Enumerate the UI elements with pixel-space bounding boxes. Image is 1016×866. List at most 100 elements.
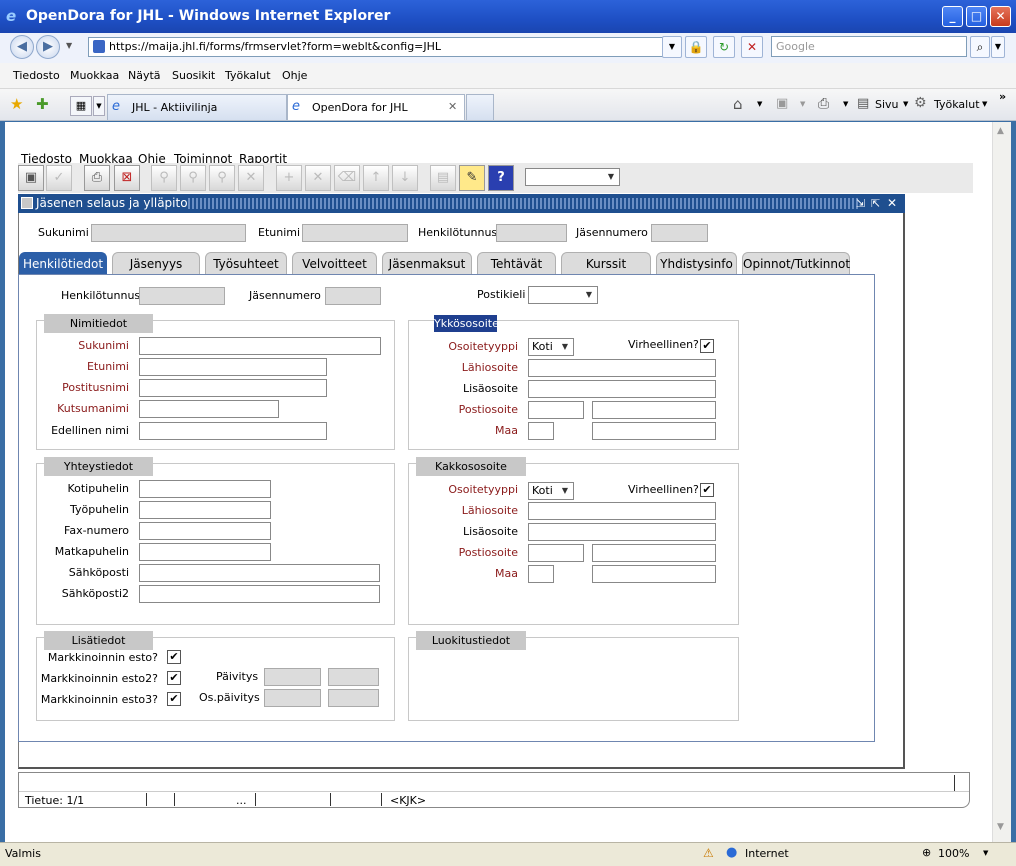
menu-nayta[interactable]: Näytä — [128, 69, 161, 82]
clear-record-icon[interactable]: ⌫ — [334, 165, 360, 191]
y-virheellinen-checkbox[interactable]: ✔ — [700, 339, 714, 353]
zoom-icon[interactable]: ⊕ — [922, 846, 931, 859]
help-icon[interactable]: ? — [488, 165, 514, 191]
gear-icon[interactable]: ⚙ — [914, 95, 927, 111]
y-maa-code-input[interactable] — [528, 422, 554, 440]
k-postinumero-input[interactable] — [528, 544, 584, 562]
tab-velvoitteet[interactable]: Velvoitteet — [292, 252, 377, 274]
zoom-dropdown-icon[interactable]: ▼ — [983, 849, 988, 857]
feeds-dropdown-icon[interactable]: ▼ — [800, 100, 805, 108]
count-query-icon[interactable]: ⚲ — [209, 165, 235, 191]
vertical-scrollbar[interactable]: ▲ ▼ — [992, 122, 1011, 842]
tab-tyosuhteet[interactable]: Työsuhteet — [205, 252, 287, 274]
tab-kurssit[interactable]: Kurssit — [561, 252, 651, 274]
insert-record-icon[interactable]: + — [276, 165, 302, 191]
previous-record-icon[interactable]: ↑ — [363, 165, 389, 191]
lock-icon[interactable]: 🔒 — [685, 36, 707, 58]
tab-henkilotiedot[interactable]: Henkilötiedot — [19, 252, 107, 274]
k-postitoimipaikka-input[interactable] — [592, 544, 716, 562]
scroll-up-icon[interactable]: ▲ — [997, 126, 1004, 136]
tab-tehtavat[interactable]: Tehtävät — [477, 252, 556, 274]
search-jasennumero-input[interactable] — [651, 224, 708, 242]
kutsumanimi-input[interactable] — [139, 400, 279, 418]
delete-record-icon[interactable]: ✕ — [305, 165, 331, 191]
address-input[interactable]: https://maija.jhl.fi/forms/frmservlet?fo… — [88, 37, 681, 57]
scroll-down-icon[interactable]: ▼ — [997, 822, 1004, 832]
tools-dropdown-icon[interactable]: ▼ — [982, 100, 987, 108]
tools-menu-button[interactable]: Työkalut — [934, 98, 980, 111]
y-maa-name-input[interactable] — [592, 422, 716, 440]
search-sukunimi-input[interactable] — [91, 224, 246, 242]
maximize-icon[interactable]: ⇱ — [871, 194, 880, 213]
tab-opendora[interactable]: OpenDora for JHL — [287, 94, 465, 120]
markkinoinnin-esto-checkbox[interactable]: ✔ — [167, 650, 181, 664]
security-warning-icon[interactable]: ⚠ — [703, 846, 714, 860]
search-henkilotunnus-input[interactable] — [496, 224, 567, 242]
etunimi-input[interactable] — [139, 358, 327, 376]
print-dropdown-icon[interactable]: ▼ — [843, 100, 848, 108]
print-icon[interactable]: ⎙ — [818, 96, 829, 112]
search-options-icon[interactable]: ▼ — [991, 36, 1005, 58]
y-osoitetyyppi-select[interactable]: Koti ▼ — [528, 338, 574, 356]
k-osoitetyyppi-select[interactable]: Koti ▼ — [528, 482, 574, 500]
cancel-query-icon[interactable]: ✕ — [238, 165, 264, 191]
tab-jasenyys[interactable]: Jäsenyys — [112, 252, 200, 274]
history-dropdown-icon[interactable]: ▼ — [66, 41, 72, 50]
fax-numero-input[interactable] — [139, 522, 271, 540]
kotipuhelin-input[interactable] — [139, 480, 271, 498]
new-tab-button[interactable] — [466, 94, 494, 120]
close-button[interactable]: ✕ — [990, 6, 1011, 27]
tab-jasenmaksut[interactable]: Jäsenmaksut — [382, 252, 472, 274]
page-menu-icon[interactable]: ▤ — [857, 96, 869, 111]
sukunimi-input[interactable] — [139, 337, 381, 355]
paivitys-date-input[interactable] — [264, 668, 321, 686]
next-record-icon[interactable]: ↓ — [392, 165, 418, 191]
page-menu-dropdown-icon[interactable]: ▼ — [903, 100, 908, 108]
toolbar-dropdown[interactable]: ▼ — [525, 168, 620, 186]
menu-muokkaa[interactable]: Muokkaa — [70, 69, 119, 82]
menu-ohje[interactable]: Ohje — [282, 69, 307, 82]
stop-icon[interactable]: ✕ — [741, 36, 763, 58]
back-button[interactable]: ◀ — [10, 35, 34, 59]
feeds-icon[interactable]: ▣ — [776, 96, 788, 111]
maximize-button[interactable]: □ — [966, 6, 987, 27]
sahkoposti-input[interactable] — [139, 564, 380, 582]
print-form-icon[interactable]: ⎙ — [84, 165, 110, 191]
favorites-star-icon[interactable]: ★ — [10, 95, 23, 113]
markkinoinnin-esto2-checkbox[interactable]: ✔ — [167, 671, 181, 685]
edellinen-nimi-input[interactable] — [139, 422, 327, 440]
henkilotunnus-input[interactable] — [139, 287, 225, 305]
menu-tiedosto[interactable]: Tiedosto — [13, 69, 60, 82]
k-lisaosoite-input[interactable] — [528, 523, 716, 541]
postikieli-select[interactable]: ▼ — [528, 286, 598, 304]
search-input[interactable]: Google — [771, 36, 967, 57]
forward-button[interactable]: ▶ — [36, 35, 60, 59]
page-menu-button[interactable]: Sivu — [875, 98, 899, 111]
k-maa-code-input[interactable] — [528, 565, 554, 583]
search-etunimi-input[interactable] — [302, 224, 408, 242]
y-lisaosoite-input[interactable] — [528, 380, 716, 398]
refresh-icon[interactable]: ↻ — [713, 36, 735, 58]
tab-list-icon[interactable]: ▼ — [93, 96, 105, 116]
menu-suosikit[interactable]: Suosikit — [172, 69, 215, 82]
ospaivitys-user-input[interactable] — [328, 689, 379, 707]
enter-query-icon[interactable]: ⚲ — [151, 165, 177, 191]
y-postitoimipaikka-input[interactable] — [592, 401, 716, 419]
home-icon[interactable]: ⌂ — [733, 95, 743, 113]
home-dropdown-icon[interactable]: ▼ — [757, 100, 762, 108]
k-lahiosoite-input[interactable] — [528, 502, 716, 520]
chevron-more-icon[interactable]: » — [999, 90, 1006, 103]
matkapuhelin-input[interactable] — [139, 543, 271, 561]
minimize-button[interactable]: _ — [942, 6, 963, 27]
y-postinumero-input[interactable] — [528, 401, 584, 419]
menu-tyokalut[interactable]: Työkalut — [225, 69, 271, 82]
tab-jhl-aktiivilinja[interactable]: JHL - Aktiivilinja — [107, 94, 287, 120]
search-icon[interactable]: ⌕ — [970, 36, 990, 58]
tab-opinnot-tutkinnot[interactable]: Opinnot/Tutkinnot — [742, 252, 850, 274]
ospaivitys-date-input[interactable] — [264, 689, 321, 707]
address-dropdown-button[interactable]: ▼ — [662, 36, 682, 58]
jasennumero-input[interactable] — [325, 287, 381, 305]
edit-icon[interactable]: ✎ — [459, 165, 485, 191]
paivitys-user-input[interactable] — [328, 668, 379, 686]
save-icon[interactable]: ▣ — [18, 165, 44, 191]
